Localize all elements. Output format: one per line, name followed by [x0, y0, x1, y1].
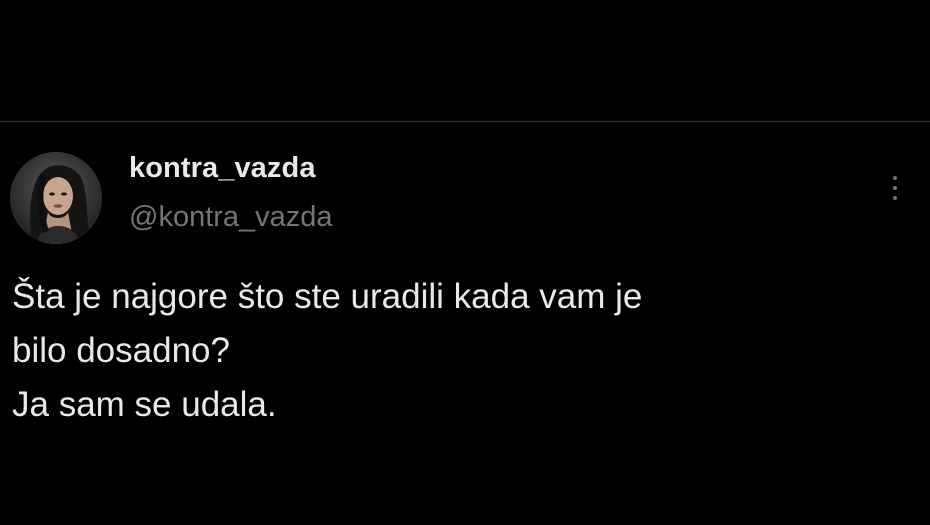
tweet-text-line: Šta je najgore što ste uradili kada vam … — [12, 277, 643, 316]
tweet-text-line: Ja sam se udala. — [12, 385, 277, 424]
tweet-card[interactable]: kontra_vazda @kontra_vazda Šta je najgor… — [0, 122, 930, 525]
author-handle[interactable]: @kontra_vazda — [129, 201, 333, 234]
tweet-text-line: bilo dosadno? — [12, 331, 230, 370]
profile-photo-icon — [10, 152, 102, 244]
author-display-name[interactable]: kontra_vazda — [129, 152, 316, 185]
more-vertical-icon[interactable] — [884, 172, 906, 204]
more-dots-glyph — [893, 176, 897, 200]
tweet-text: Šta je najgore što ste uradili kada vam … — [12, 270, 917, 432]
avatar[interactable] — [10, 152, 102, 244]
